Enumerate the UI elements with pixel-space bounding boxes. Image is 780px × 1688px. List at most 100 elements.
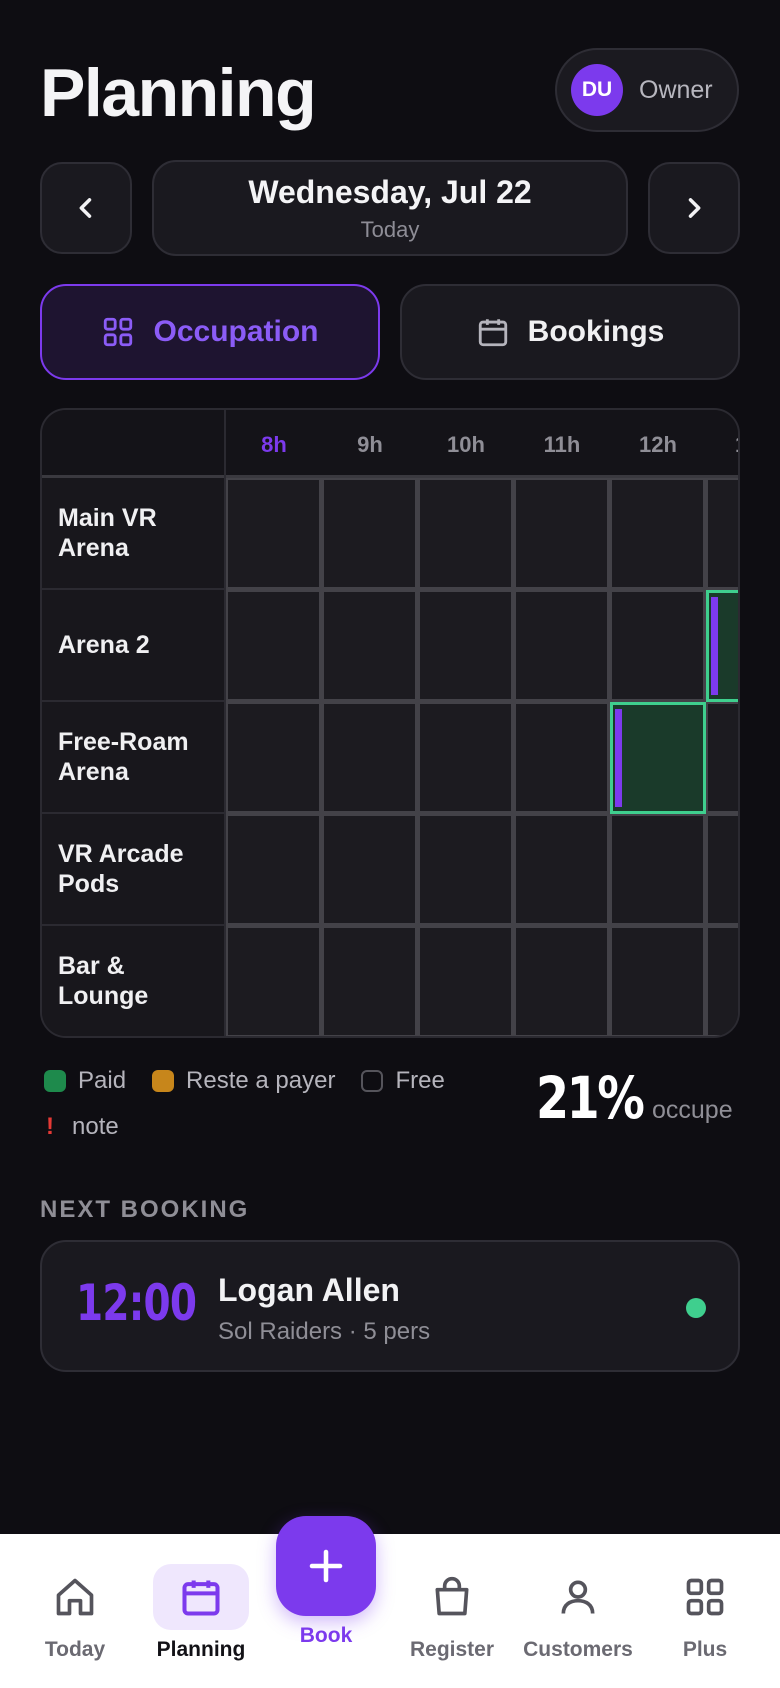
- time-slot[interactable]: [322, 590, 418, 702]
- booking-block[interactable]: [610, 702, 706, 814]
- time-slot[interactable]: [226, 702, 322, 814]
- time-slot[interactable]: [418, 702, 514, 814]
- booking-note-stripe: [615, 709, 622, 807]
- tab-bookings[interactable]: Bookings: [400, 284, 740, 380]
- shopping-bag-icon: [435, 1576, 469, 1616]
- next-day-button[interactable]: [648, 162, 740, 254]
- current-date: Wednesday, Jul 22: [248, 173, 532, 210]
- hour-label: 13h: [706, 432, 738, 458]
- time-slot[interactable]: [226, 478, 322, 590]
- time-slot[interactable]: [610, 590, 706, 702]
- nav-today-label: Today: [44, 1638, 106, 1661]
- nav-planning[interactable]: Planning: [136, 1534, 266, 1688]
- relative-date: Today: [360, 216, 420, 242]
- next-booking-name: Logan Allen: [218, 1272, 400, 1308]
- book-button[interactable]: [276, 1516, 376, 1616]
- grid-icon: [686, 1578, 724, 1616]
- calendar-icon: [478, 319, 507, 347]
- plus-icon: [309, 1549, 343, 1583]
- time-slot[interactable]: [706, 702, 738, 814]
- time-slot[interactable]: [226, 590, 322, 702]
- room-label: Free-Roam Arena: [42, 702, 226, 814]
- time-slot[interactable]: [514, 702, 610, 814]
- booking-note-stripe: [711, 597, 718, 695]
- time-slot[interactable]: [610, 478, 706, 590]
- calendar-icon: [182, 1580, 220, 1616]
- room-label: VR Arcade Pods: [42, 814, 226, 926]
- hour-label: 12h: [639, 432, 677, 457]
- hour-header: 8h 9h 10h 11h 12h 13h: [42, 410, 738, 478]
- legend-paid: Paid: [44, 1067, 126, 1095]
- time-slot[interactable]: [514, 590, 610, 702]
- legend: Paid Reste a payer Free ! note: [44, 1066, 471, 1142]
- tab-occupation-label: Occupation: [153, 315, 319, 348]
- time-slot[interactable]: [514, 478, 610, 590]
- role-label: Owner: [639, 75, 713, 104]
- occupancy-summary: 21% occupe: [536, 1064, 733, 1132]
- time-slot[interactable]: [322, 814, 418, 926]
- next-booking-card[interactable]: 12:00 Logan Allen Sol Raiders · 5 pers: [40, 1240, 740, 1372]
- hour-label: 11h: [543, 432, 581, 457]
- book-button-label: Book: [299, 1624, 353, 1647]
- time-slot[interactable]: [418, 478, 514, 590]
- occupancy-value: 21%: [536, 1064, 645, 1132]
- legend-partial: Reste a payer: [152, 1067, 335, 1095]
- grid-corner: [42, 410, 226, 478]
- bottom-nav: Today Planning Register Customers Plus: [0, 1534, 780, 1688]
- next-booking-time: 12:00: [76, 1274, 197, 1332]
- time-slot[interactable]: [322, 702, 418, 814]
- time-slot[interactable]: [706, 478, 738, 590]
- status-dot: [686, 1298, 706, 1318]
- account-chip[interactable]: DU Owner: [555, 48, 739, 132]
- time-slot[interactable]: [514, 814, 610, 926]
- user-icon: [561, 1580, 595, 1614]
- home-icon: [56, 1578, 94, 1616]
- occupancy-label: occupe: [652, 1096, 733, 1124]
- legend-free-label: Free: [395, 1067, 445, 1094]
- room-label: Arena 2: [42, 590, 226, 702]
- occupancy-grid: 8h 9h 10h 11h 12h 13h Main VR Arena Aren…: [40, 408, 740, 1038]
- date-selector[interactable]: Wednesday, Jul 22 Today: [152, 160, 628, 256]
- tab-bookings-label: Bookings: [527, 315, 665, 348]
- hour-label: 10h: [447, 432, 485, 457]
- booking-block[interactable]: [706, 590, 738, 702]
- grid-icon: [104, 317, 133, 347]
- time-slot[interactable]: [322, 926, 418, 1036]
- time-slot[interactable]: [226, 814, 322, 926]
- page-title: Planning: [40, 55, 317, 131]
- time-slot[interactable]: [322, 478, 418, 590]
- nav-plus[interactable]: Plus: [640, 1534, 770, 1688]
- hour-label: 9h: [357, 432, 383, 457]
- legend-free: Free: [361, 1067, 445, 1095]
- avatar: DU: [571, 64, 623, 116]
- time-slot[interactable]: [418, 590, 514, 702]
- free-swatch: [361, 1070, 384, 1092]
- time-slot[interactable]: [610, 926, 706, 1036]
- time-slot[interactable]: [418, 814, 514, 926]
- time-slot[interactable]: [226, 926, 322, 1036]
- time-slot[interactable]: [418, 926, 514, 1036]
- time-slot[interactable]: [514, 926, 610, 1036]
- next-booking-details: Sol Raiders · 5 pers: [218, 1318, 431, 1345]
- paid-swatch: [44, 1070, 66, 1092]
- nav-planning-label: Planning: [156, 1638, 246, 1661]
- tab-occupation[interactable]: Occupation: [40, 284, 380, 380]
- legend-partial-label: Reste a payer: [186, 1067, 336, 1094]
- partial-swatch: [152, 1070, 175, 1092]
- nav-register[interactable]: Register: [387, 1534, 517, 1688]
- nav-today[interactable]: Today: [10, 1534, 140, 1688]
- next-booking-title: NEXT BOOKING: [40, 1196, 250, 1223]
- room-label: Bar & Lounge: [42, 926, 226, 1036]
- nav-register-label: Register: [409, 1638, 495, 1661]
- time-slot[interactable]: [610, 814, 706, 926]
- previous-day-button[interactable]: [40, 162, 132, 254]
- time-slot[interactable]: [706, 926, 738, 1036]
- note-mark: !: [46, 1113, 54, 1140]
- chevron-left-icon: [79, 198, 92, 218]
- nav-customers[interactable]: Customers: [513, 1534, 643, 1688]
- legend-note-label: note: [72, 1113, 119, 1140]
- time-slot[interactable]: [706, 814, 738, 926]
- legend-paid-label: Paid: [78, 1067, 127, 1094]
- hour-label: 8h: [261, 432, 287, 457]
- nav-customers-label: Customers: [523, 1638, 633, 1661]
